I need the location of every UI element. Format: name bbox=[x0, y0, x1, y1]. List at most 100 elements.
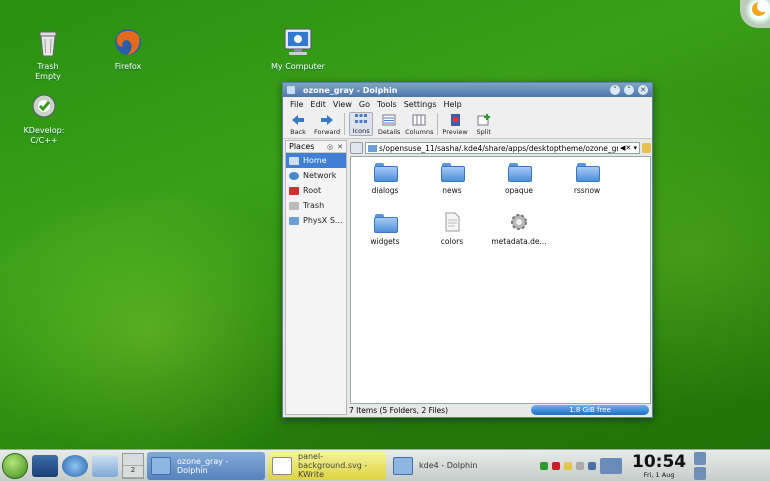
home-button[interactable] bbox=[350, 142, 363, 154]
task-dolphin-kde4[interactable]: kde4 - Dolphin bbox=[389, 452, 529, 480]
icons-view-button[interactable]: Icons bbox=[349, 112, 374, 136]
preview-button[interactable]: Preview bbox=[442, 114, 468, 136]
folder-icon bbox=[289, 216, 299, 225]
place-root[interactable]: Root bbox=[286, 183, 346, 198]
task-dolphin-ozone[interactable]: ozone_gray - Dolphin bbox=[147, 451, 265, 480]
status-text: 7 Items (5 Folders, 2 Files) bbox=[349, 405, 448, 415]
dolphin-window: ozone_gray - Dolphin ˅ ˄ ✕ File Edit Vie… bbox=[282, 82, 653, 418]
desktop-icon-label: My Computer bbox=[271, 62, 325, 71]
file-item[interactable]: rssnow bbox=[559, 161, 615, 195]
desktop-icon-trash[interactable]: Trash Empty bbox=[16, 26, 80, 82]
file-item[interactable]: widgets bbox=[357, 212, 413, 246]
laptop-icon[interactable] bbox=[600, 457, 622, 474]
clock[interactable]: 10:54 Fri, 1 Aug bbox=[632, 453, 686, 479]
go-button[interactable] bbox=[642, 143, 651, 153]
menu-go[interactable]: Go bbox=[359, 100, 370, 109]
pager-desktop-2[interactable]: 2 bbox=[123, 466, 143, 478]
task-label: panel-background.svg - KWrite bbox=[298, 452, 382, 479]
dolphin-icon bbox=[151, 456, 171, 475]
file-name: widgets bbox=[370, 237, 400, 246]
update-icon[interactable] bbox=[540, 461, 548, 470]
file-item[interactable]: news bbox=[424, 161, 480, 195]
toolbar: Back Forward Icons Details Columns Previ… bbox=[283, 111, 652, 139]
desktop-icon-label: Firefox bbox=[114, 62, 142, 71]
tray-app-icon[interactable] bbox=[552, 461, 560, 470]
trash-icon bbox=[289, 201, 299, 210]
network-icon bbox=[289, 171, 299, 180]
menu-edit[interactable]: Edit bbox=[310, 100, 326, 109]
place-home[interactable]: Home bbox=[286, 153, 346, 168]
minimize-button[interactable]: ˅ bbox=[610, 85, 620, 95]
preview-label: Preview bbox=[442, 128, 468, 136]
desktop-icon-my-computer[interactable]: My Computer bbox=[266, 26, 330, 72]
desktop-pager[interactable]: 2 bbox=[122, 452, 144, 479]
menu-view[interactable]: View bbox=[333, 100, 352, 109]
toolbar-separator bbox=[344, 112, 346, 135]
back-label: Back bbox=[290, 128, 306, 136]
file-name: opaque bbox=[504, 186, 534, 195]
kdevelop-icon bbox=[27, 90, 61, 124]
place-physx[interactable]: PhysX S... bbox=[286, 213, 346, 228]
file-item[interactable]: dialogs bbox=[357, 161, 413, 195]
home-icon bbox=[289, 156, 299, 165]
desktop-icon-firefox[interactable]: Firefox bbox=[96, 26, 160, 72]
window-titlebar[interactable]: ozone_gray - Dolphin ˅ ˄ ✕ bbox=[283, 83, 652, 97]
menu-help[interactable]: Help bbox=[444, 100, 462, 109]
place-trash[interactable]: Trash bbox=[286, 198, 346, 213]
folder-icon bbox=[508, 161, 532, 182]
volume-icon[interactable] bbox=[576, 461, 584, 470]
file-name: colors bbox=[440, 237, 464, 246]
desktop-icon-kdevelop[interactable]: KDevelop: C/C++ bbox=[12, 90, 76, 146]
menu-settings[interactable]: Settings bbox=[404, 100, 437, 109]
folder-icon bbox=[374, 212, 398, 233]
float-panel-icon[interactable]: ◎ bbox=[327, 143, 333, 151]
task-kwrite[interactable]: panel-background.svg - KWrite bbox=[268, 451, 386, 480]
desktop-icon-label: Trash bbox=[37, 62, 59, 71]
clock-time: 10:54 bbox=[632, 451, 687, 472]
file-item[interactable]: metadata.de... bbox=[491, 212, 547, 246]
show-desktop-icon[interactable] bbox=[32, 454, 58, 477]
text-file-icon bbox=[441, 212, 463, 232]
file-item[interactable]: opaque bbox=[491, 161, 547, 195]
pager-desktop-1[interactable] bbox=[123, 454, 143, 466]
expand-icon[interactable] bbox=[694, 451, 707, 465]
place-label: Trash bbox=[303, 201, 325, 210]
forward-button[interactable]: Forward bbox=[314, 114, 340, 136]
trash-icon bbox=[31, 26, 65, 60]
maximize-button[interactable]: ˄ bbox=[624, 85, 634, 95]
lock-icon[interactable] bbox=[694, 466, 707, 480]
file-manager-icon[interactable] bbox=[92, 454, 118, 477]
close-panel-icon[interactable]: ✕ bbox=[337, 143, 343, 151]
close-button[interactable]: ✕ bbox=[638, 85, 648, 95]
folder-icon bbox=[368, 144, 377, 152]
kwrite-icon bbox=[272, 456, 292, 475]
menu-file[interactable]: File bbox=[290, 100, 303, 109]
free-space-bar: 1.8 GiB free bbox=[531, 405, 649, 415]
browser-icon[interactable] bbox=[62, 454, 88, 477]
places-header: Places ◎ ✕ bbox=[286, 141, 346, 153]
taskbar: 2 ozone_gray - Dolphin panel-background.… bbox=[0, 449, 770, 481]
toolbar-separator bbox=[437, 112, 439, 135]
clear-location-icon[interactable]: ◀✕ ▾ bbox=[618, 144, 639, 152]
network-icon[interactable] bbox=[588, 461, 596, 470]
arrow-right-icon bbox=[321, 115, 334, 125]
file-item[interactable]: colors bbox=[424, 212, 480, 246]
location-input[interactable]: s/opensuse_11/sasha/.kde4/share/apps/des… bbox=[365, 142, 640, 154]
plasma-toolbox[interactable] bbox=[740, 0, 770, 28]
menu-tools[interactable]: Tools bbox=[377, 100, 397, 109]
window-menu-icon[interactable] bbox=[287, 86, 295, 94]
columns-label: Columns bbox=[405, 128, 434, 136]
place-network[interactable]: Network bbox=[286, 168, 346, 183]
file-view[interactable]: dialogs news opaque rssnow widgets color… bbox=[350, 156, 651, 404]
split-button[interactable]: Split bbox=[472, 114, 496, 136]
details-view-button[interactable]: Details bbox=[377, 114, 401, 136]
kickoff-menu-button[interactable] bbox=[2, 452, 28, 479]
clipboard-icon[interactable] bbox=[564, 461, 572, 470]
location-bar: s/opensuse_11/sasha/.kde4/share/apps/des… bbox=[350, 141, 651, 155]
icons-label: Icons bbox=[352, 127, 370, 135]
place-label: Root bbox=[303, 186, 322, 195]
file-name: dialogs bbox=[371, 186, 399, 195]
columns-view-button[interactable]: Columns bbox=[405, 114, 433, 136]
columns-view-icon bbox=[412, 114, 426, 126]
back-button[interactable]: Back bbox=[286, 114, 310, 136]
